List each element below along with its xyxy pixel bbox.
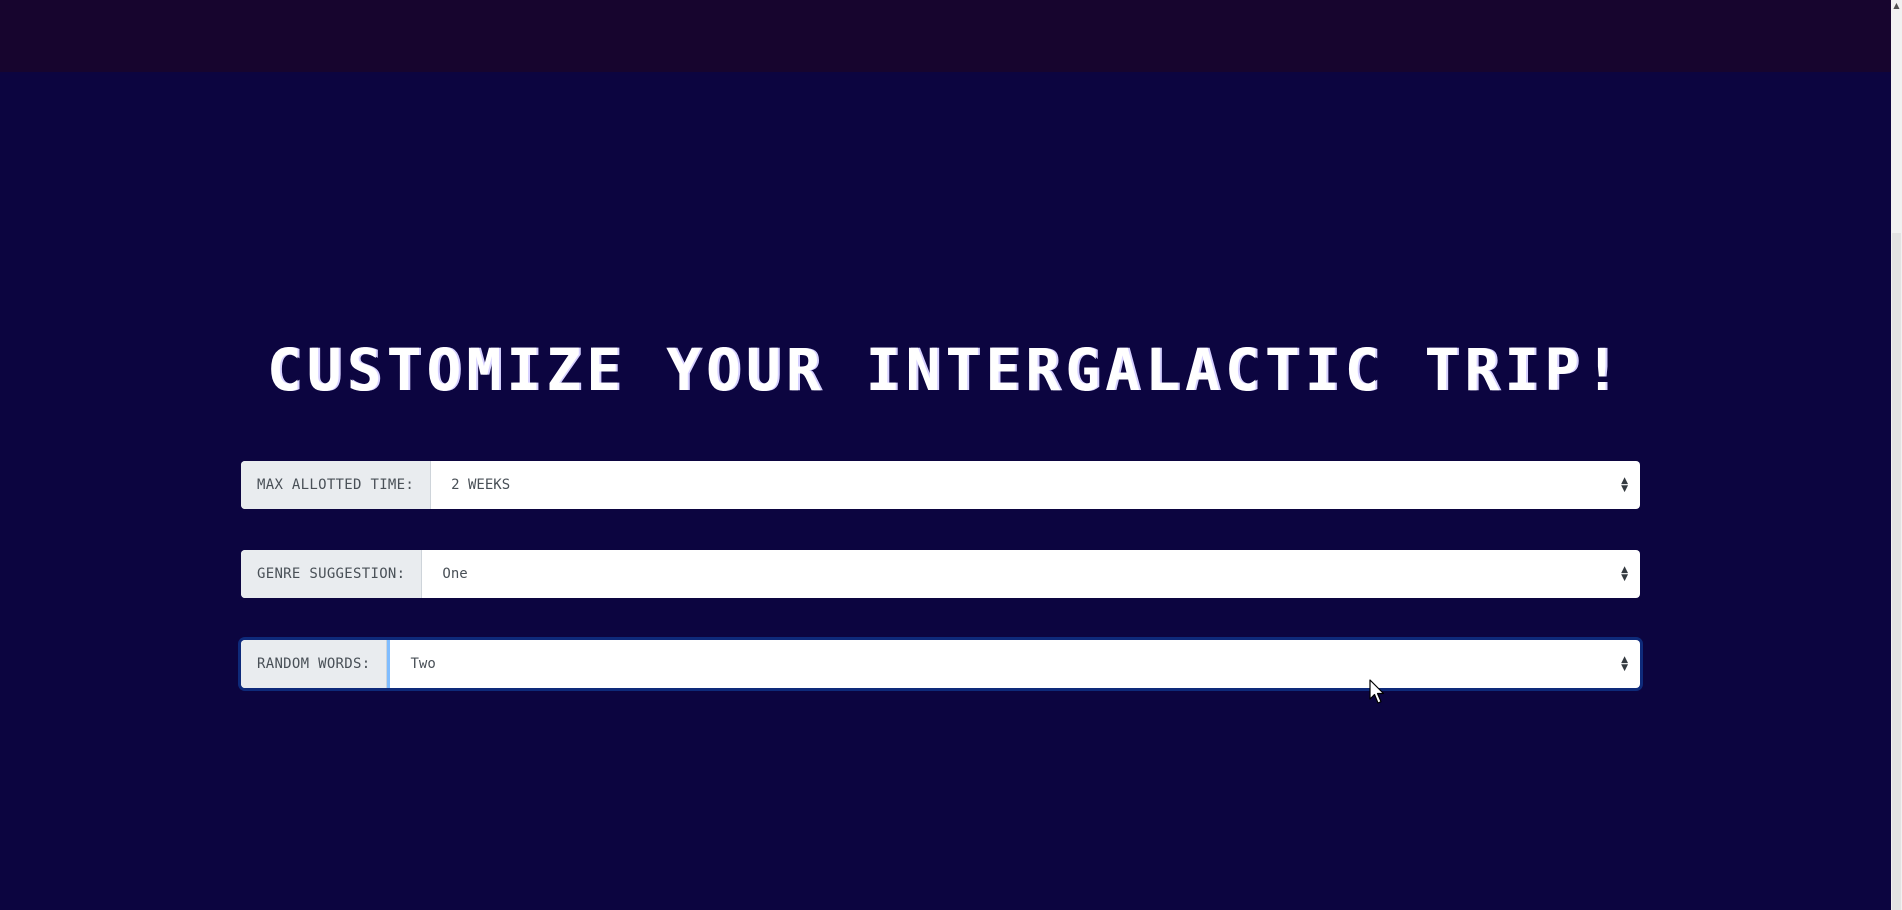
page-scrollbar[interactable]: ▲ <box>1891 0 1902 910</box>
random-words-value: Two <box>410 656 436 672</box>
page-title: CUSTOMIZE YOUR INTERGALACTIC TRIP! <box>266 336 1625 404</box>
genre-suggestion-value: One <box>442 566 468 582</box>
genre-suggestion-group: GENRE SUGGESTION: One ▲ ▼ <box>241 550 1640 598</box>
scrollbar-thumb[interactable] <box>1892 233 1901 910</box>
top-header-bar <box>0 0 1891 72</box>
random-words-label: RANDOM WORDS: <box>241 640 388 688</box>
sort-caret-icon: ▲ ▼ <box>1621 655 1628 673</box>
sort-caret-icon: ▲ ▼ <box>1621 476 1628 494</box>
max-allotted-time-select[interactable]: 2 WEEKS ▲ ▼ <box>431 461 1640 509</box>
max-allotted-time-group: MAX ALLOTTED TIME: 2 WEEKS ▲ ▼ <box>241 461 1640 509</box>
max-allotted-time-value: 2 WEEKS <box>451 477 511 493</box>
genre-suggestion-select[interactable]: One ▲ ▼ <box>422 550 1640 598</box>
max-allotted-time-label: MAX ALLOTTED TIME: <box>241 461 432 509</box>
sort-caret-icon: ▲ ▼ <box>1621 565 1628 583</box>
random-words-group: RANDOM WORDS: Two ▲ ▼ <box>241 640 1640 688</box>
random-words-select[interactable]: Two ▲ ▼ <box>387 640 1640 688</box>
genre-suggestion-label: GENRE SUGGESTION: <box>241 550 423 598</box>
mouse-pointer-icon <box>1369 679 1385 704</box>
scroll-up-arrow-icon[interactable]: ▲ <box>1891 0 1902 12</box>
